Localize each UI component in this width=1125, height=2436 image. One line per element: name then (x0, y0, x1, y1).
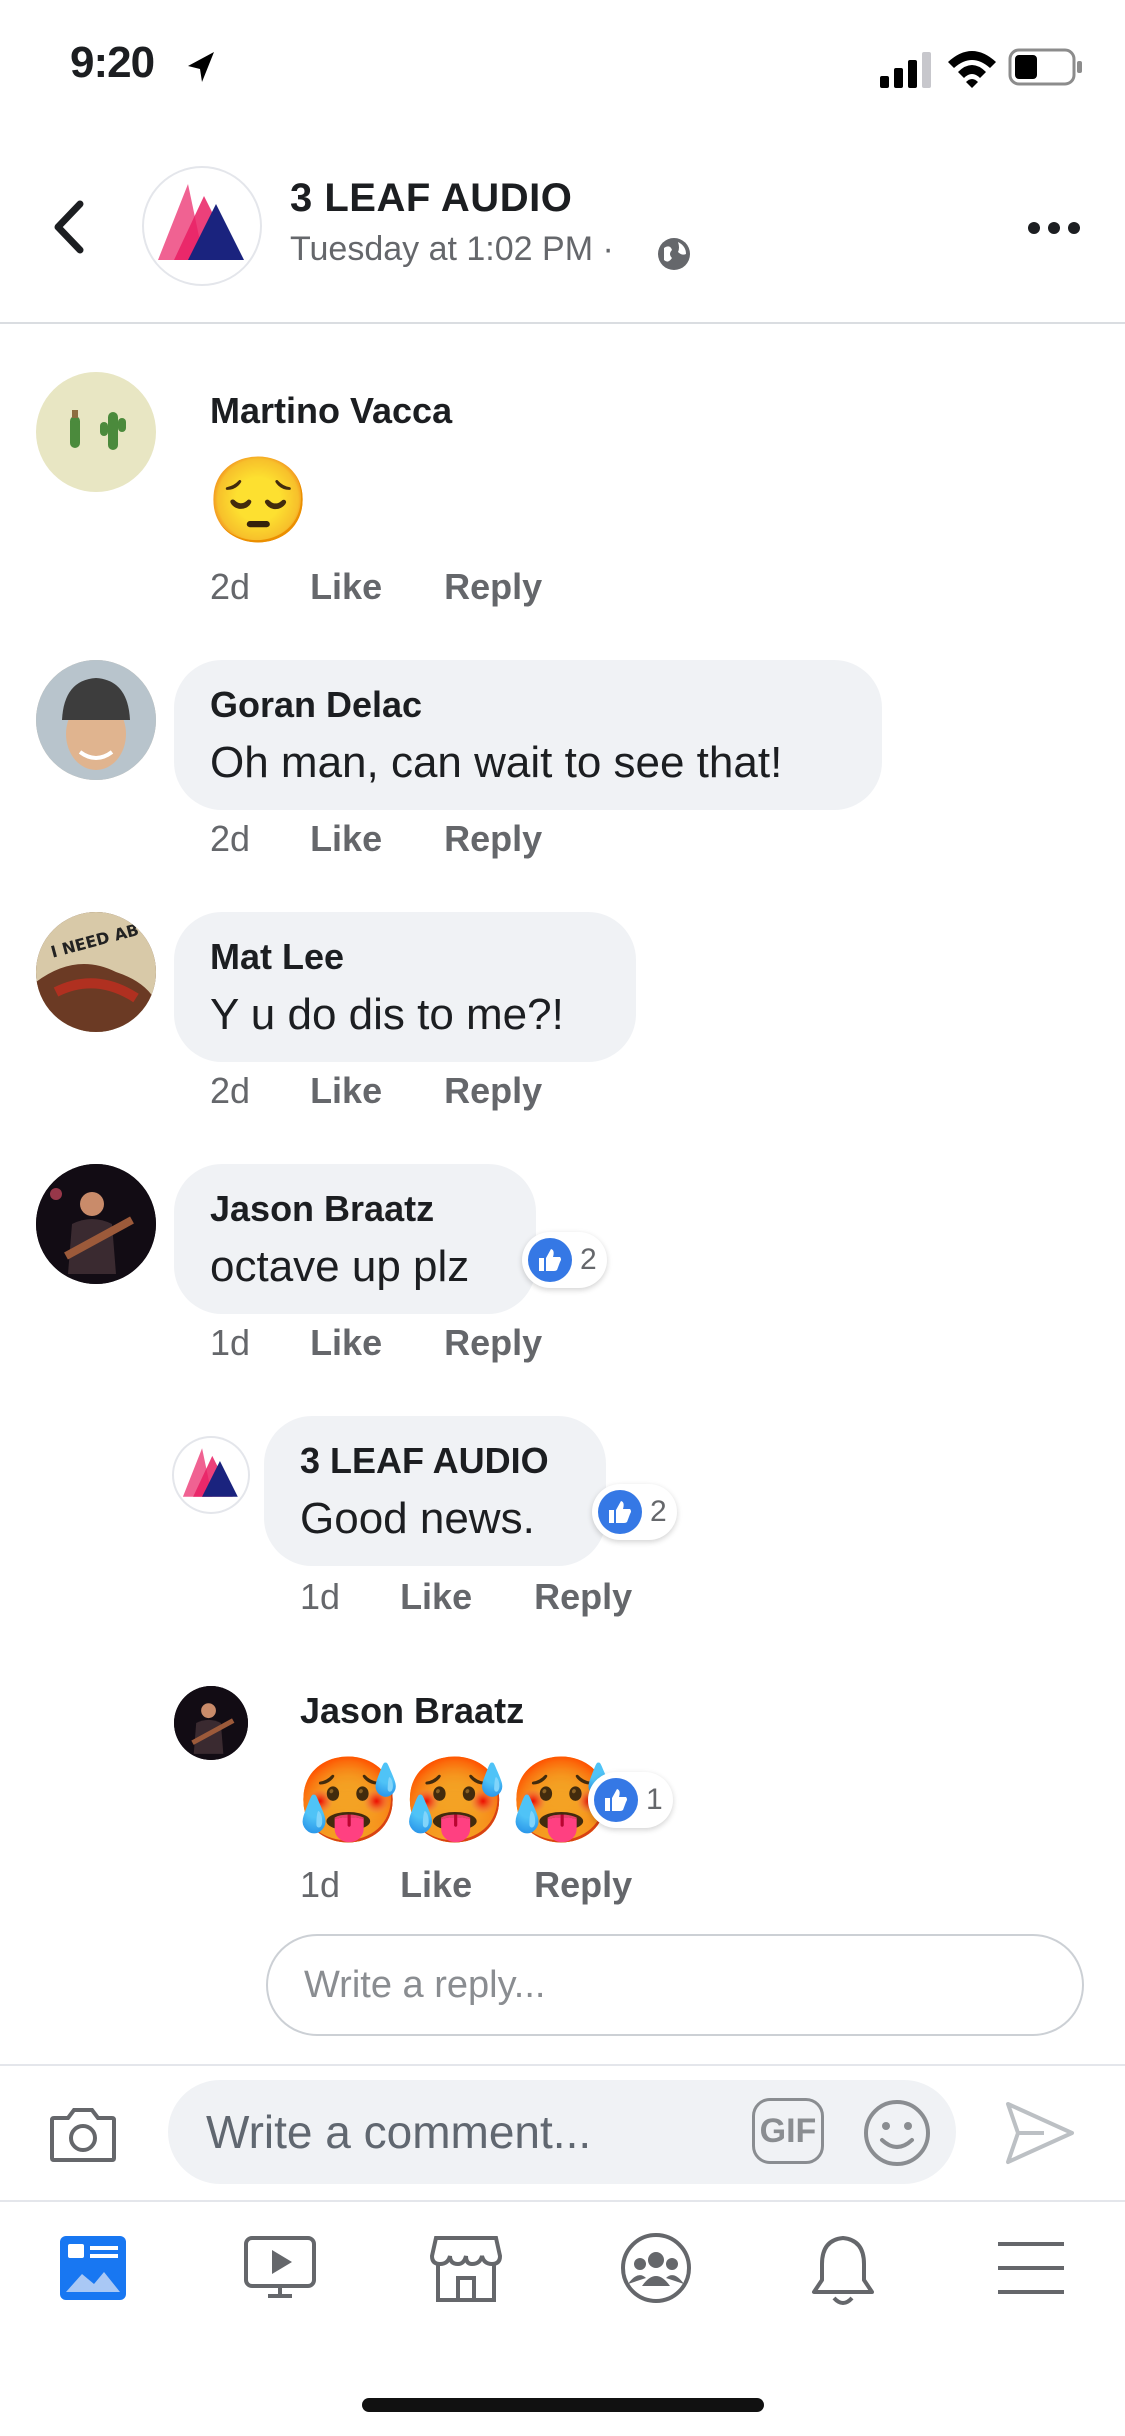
back-arrow-icon[interactable] (48, 198, 90, 256)
like-button[interactable]: Like (310, 1070, 382, 1111)
reaction-summary[interactable]: 2 (592, 1484, 677, 1540)
like-button[interactable]: Like (400, 1864, 472, 1905)
comment-text: Oh man, can wait to see that! (210, 738, 783, 787)
camera-icon[interactable] (48, 2104, 118, 2164)
reply-input[interactable] (302, 1962, 1082, 2008)
location-arrow-icon (188, 52, 214, 82)
like-reaction-icon (594, 1778, 638, 1822)
comment-author[interactable]: Jason Braatz (210, 1188, 434, 1230)
gif-button[interactable]: GIF (752, 2098, 824, 2164)
reaction-count: 1 (646, 1783, 663, 1816)
comment-author[interactable]: Mat Lee (210, 936, 344, 978)
reply-age[interactable]: 1d (300, 1864, 340, 1905)
guitarist-avatar-icon (174, 1686, 248, 1760)
tab-bar-divider (0, 2200, 1125, 2202)
comment-age[interactable]: 2d (210, 566, 250, 607)
reaction-summary[interactable]: 1 (588, 1772, 673, 1828)
cellular-signal-icon (880, 52, 931, 88)
avatar[interactable] (36, 1164, 156, 1284)
avatar[interactable]: I NEED ABOUT (36, 912, 156, 1032)
reply-author[interactable]: 3 LEAF AUDIO (300, 1440, 549, 1482)
marketplace-icon[interactable] (430, 2232, 502, 2304)
avatar[interactable] (36, 372, 156, 492)
page-name[interactable]: 3 LEAF AUDIO (290, 176, 572, 221)
home-indicator[interactable] (362, 2398, 764, 2412)
reply-author[interactable]: Jason Braatz (300, 1690, 524, 1732)
comment-text: octave up plz (210, 1242, 470, 1291)
globe-icon (658, 238, 690, 270)
battery-icon (1008, 48, 1082, 86)
reply-meta: 1d Like Reply (300, 1864, 632, 1906)
cactus-avatar-icon (70, 410, 126, 450)
brand-logo-icon (182, 1448, 238, 1497)
reply-button[interactable]: Reply (534, 1864, 632, 1905)
comment-age[interactable]: 1d (210, 1322, 250, 1363)
emoji-picker-icon[interactable] (862, 2098, 932, 2168)
reply-button[interactable]: Reply (444, 818, 542, 859)
avatar[interactable] (36, 660, 156, 780)
comment-meta: 2d Like Reply (210, 566, 542, 608)
watch-icon[interactable] (242, 2234, 318, 2302)
like-button[interactable]: Like (310, 1322, 382, 1363)
news-feed-icon[interactable] (58, 2234, 128, 2302)
comment-input[interactable] (204, 2104, 768, 2160)
page-avatar[interactable] (144, 168, 260, 284)
comment-age[interactable]: 2d (210, 818, 250, 859)
reply-button[interactable]: Reply (444, 1070, 542, 1111)
composer-divider (0, 2064, 1125, 2066)
status-time: 9:20 (70, 38, 155, 87)
brand-logo-icon (154, 184, 250, 279)
more-options-icon[interactable] (1026, 220, 1082, 236)
menu-hamburger-icon[interactable] (996, 2240, 1066, 2296)
reaction-count: 2 (580, 1243, 597, 1276)
notifications-bell-icon[interactable] (808, 2232, 878, 2308)
comment-meta: 2d Like Reply (210, 818, 542, 860)
comment-text: Y u do dis to me?! (210, 990, 564, 1039)
reaction-summary[interactable]: 2 (522, 1232, 607, 1288)
avatar[interactable] (174, 1686, 248, 1760)
wifi-icon (948, 51, 996, 88)
person-avatar-icon (36, 660, 156, 780)
meme-avatar-icon: I NEED ABOUT (36, 912, 156, 1032)
send-icon[interactable] (1004, 2100, 1076, 2166)
comment-input-container[interactable] (168, 2080, 956, 2184)
header-divider (0, 322, 1125, 324)
like-button[interactable]: Like (310, 566, 382, 607)
reply-emoji: 🥵🥵🥵 (296, 1753, 616, 1847)
reply-button[interactable]: Reply (444, 566, 542, 607)
comment-author[interactable]: Martino Vacca (210, 390, 452, 432)
comment-age[interactable]: 2d (210, 1070, 250, 1111)
like-reaction-icon (598, 1490, 642, 1534)
comment-meta: 2d Like Reply (210, 1070, 542, 1112)
comment-author[interactable]: Goran Delac (210, 684, 422, 726)
reaction-count: 2 (650, 1495, 667, 1528)
reply-text: Good news. (300, 1494, 535, 1543)
like-button[interactable]: Like (310, 818, 382, 859)
groups-icon[interactable] (620, 2232, 692, 2304)
guitarist-avatar-icon (36, 1164, 156, 1284)
comment-emoji: 😔 (206, 453, 311, 547)
comment-meta: 1d Like Reply (210, 1322, 542, 1364)
reply-input-container[interactable] (266, 1934, 1084, 2036)
reply-button[interactable]: Reply (534, 1576, 632, 1617)
avatar[interactable] (174, 1438, 248, 1512)
like-button[interactable]: Like (400, 1576, 472, 1617)
post-timestamp[interactable]: Tuesday at 1:02 PM · (290, 230, 614, 269)
reply-button[interactable]: Reply (444, 1322, 542, 1363)
reply-age[interactable]: 1d (300, 1576, 340, 1617)
reply-meta: 1d Like Reply (300, 1576, 632, 1618)
like-reaction-icon (528, 1238, 572, 1282)
